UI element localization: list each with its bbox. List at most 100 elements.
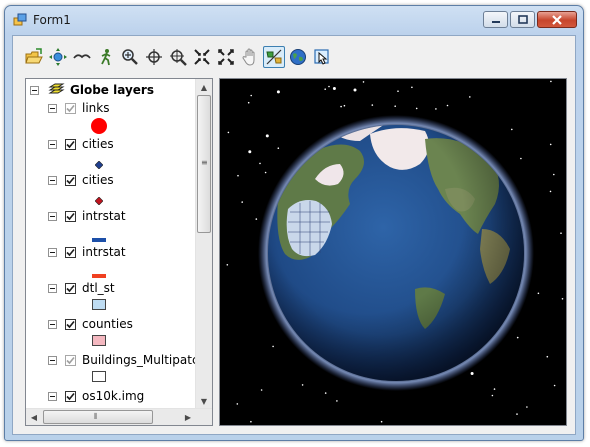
- pan-button[interactable]: [239, 46, 261, 68]
- layer-label: intrstat: [82, 245, 126, 259]
- star: [526, 406, 528, 408]
- layer-visibility-checkbox[interactable]: [65, 174, 76, 186]
- star: [549, 190, 552, 193]
- layer-symbol-diamond: [94, 194, 104, 208]
- layer-visibility-checkbox[interactable]: [65, 138, 76, 150]
- star: [236, 403, 239, 405]
- fly-button[interactable]: [71, 46, 93, 68]
- star: [516, 336, 519, 339]
- star: [324, 392, 327, 394]
- star: [446, 104, 449, 107]
- collapse-icon[interactable]: [48, 355, 57, 365]
- collapse-icon[interactable]: [48, 175, 57, 185]
- toc-layer-row[interactable]: cities: [48, 135, 114, 153]
- zoom-to-target-icon: [170, 49, 187, 66]
- full-extent-globe-button[interactable]: [287, 46, 309, 68]
- toc-layer-row[interactable]: dtl_st: [48, 279, 115, 297]
- toc-layer-row[interactable]: counties: [48, 315, 133, 333]
- collapse-icon[interactable]: [48, 391, 57, 401]
- collapse-icon[interactable]: [48, 103, 57, 113]
- layer-visibility-checkbox[interactable]: [65, 390, 76, 402]
- toc-root-row[interactable]: Globe layers: [30, 81, 154, 99]
- star: [394, 105, 396, 107]
- scroll-up-icon[interactable]: ▲: [196, 79, 212, 95]
- star: [537, 292, 540, 295]
- fixed-zoom-out-button[interactable]: [215, 46, 237, 68]
- layer-label: Buildings_Multipatc: [82, 353, 196, 367]
- toc-layer-row[interactable]: cities: [48, 171, 114, 189]
- star: [553, 384, 556, 387]
- star: [435, 108, 437, 110]
- zoom-to-target-button[interactable]: [167, 46, 189, 68]
- star: [264, 171, 267, 174]
- star: [550, 80, 552, 83]
- toc-layer-row[interactable]: links: [48, 99, 109, 117]
- identify-button[interactable]: [311, 46, 333, 68]
- globe-view[interactable]: [220, 79, 566, 425]
- star: [255, 218, 258, 220]
- scroll-left-icon[interactable]: ◀: [26, 409, 42, 425]
- fly-icon: [73, 54, 91, 59]
- toc-horizontal-scrollbar[interactable]: ◀ ⦀ ▶: [26, 408, 212, 425]
- maximize-button[interactable]: [510, 11, 535, 28]
- layer-symbol-diamond: [94, 158, 104, 172]
- walk-button[interactable]: [95, 46, 117, 68]
- target-center-button[interactable]: [143, 46, 165, 68]
- collapse-icon[interactable]: [48, 319, 57, 329]
- star: [250, 94, 252, 97]
- scroll-down-icon[interactable]: ▼: [196, 393, 212, 409]
- toc-vertical-scrollbar[interactable]: ▲ ≡ ▼: [195, 79, 212, 409]
- client-area: Globe layers links cities cities intrstat in…: [12, 35, 576, 435]
- collapse-icon[interactable]: [48, 247, 57, 257]
- globe-shading: [268, 125, 524, 381]
- star: [493, 388, 496, 390]
- star: [237, 174, 239, 177]
- layer-visibility-checkbox[interactable]: [65, 282, 76, 294]
- layer-visibility-checkbox[interactable]: [65, 246, 76, 258]
- title-bar[interactable]: Form1: [5, 6, 583, 34]
- navigate-button[interactable]: [47, 46, 69, 68]
- minimize-button[interactable]: [483, 11, 508, 28]
- star: [328, 85, 330, 88]
- identify-icon: [314, 49, 329, 65]
- horizontal-scroll-thumb[interactable]: ⦀: [43, 410, 153, 424]
- toc-layer-row[interactable]: intrstat: [48, 207, 126, 225]
- scroll-right-icon[interactable]: ▶: [180, 409, 196, 425]
- layer-label: os10k.img: [82, 389, 145, 403]
- layer-visibility-checkbox[interactable]: [65, 210, 76, 222]
- maximize-icon: [517, 15, 528, 24]
- star: [301, 384, 304, 386]
- toc-control[interactable]: Globe layers links cities cities intrstat in…: [25, 78, 213, 426]
- layer-label: cities: [82, 173, 114, 187]
- toc-layer-row[interactable]: os10k.img: [48, 387, 144, 405]
- zoom-in-out-button[interactable]: [119, 46, 141, 68]
- select-features-button[interactable]: [263, 46, 285, 68]
- collapse-icon[interactable]: [48, 139, 57, 149]
- star: [277, 147, 280, 149]
- layer-visibility-checkbox[interactable]: [65, 354, 76, 366]
- collapse-icon[interactable]: [48, 211, 57, 221]
- layer-visibility-checkbox[interactable]: [65, 318, 76, 330]
- toc-tree: Globe layers links cities cities intrstat in…: [26, 79, 196, 409]
- close-button[interactable]: [537, 11, 577, 28]
- checkmark-icon: [66, 248, 75, 256]
- toc-layer-row[interactable]: Buildings_Multipatc: [48, 351, 196, 369]
- window-title: Form1: [33, 13, 71, 27]
- pan-icon: [242, 48, 255, 66]
- star: [332, 87, 336, 90]
- fixed-zoom-out-icon: [218, 49, 234, 65]
- checkmark-icon: [66, 212, 75, 220]
- vertical-scroll-thumb[interactable]: ≡: [197, 95, 211, 233]
- open-doc-button[interactable]: [23, 46, 45, 68]
- star: [415, 107, 418, 110]
- layer-visibility-checkbox[interactable]: [65, 102, 76, 114]
- globe-control[interactable]: [219, 78, 567, 426]
- fixed-zoom-in-button[interactable]: [191, 46, 213, 68]
- zoom-in-out-icon: [122, 49, 138, 65]
- star: [227, 131, 230, 134]
- layer-symbol-fill: [92, 335, 106, 349]
- collapse-icon[interactable]: [48, 283, 57, 293]
- toc-layer-row[interactable]: intrstat: [48, 243, 126, 261]
- star: [248, 150, 252, 154]
- collapse-icon[interactable]: [30, 85, 39, 95]
